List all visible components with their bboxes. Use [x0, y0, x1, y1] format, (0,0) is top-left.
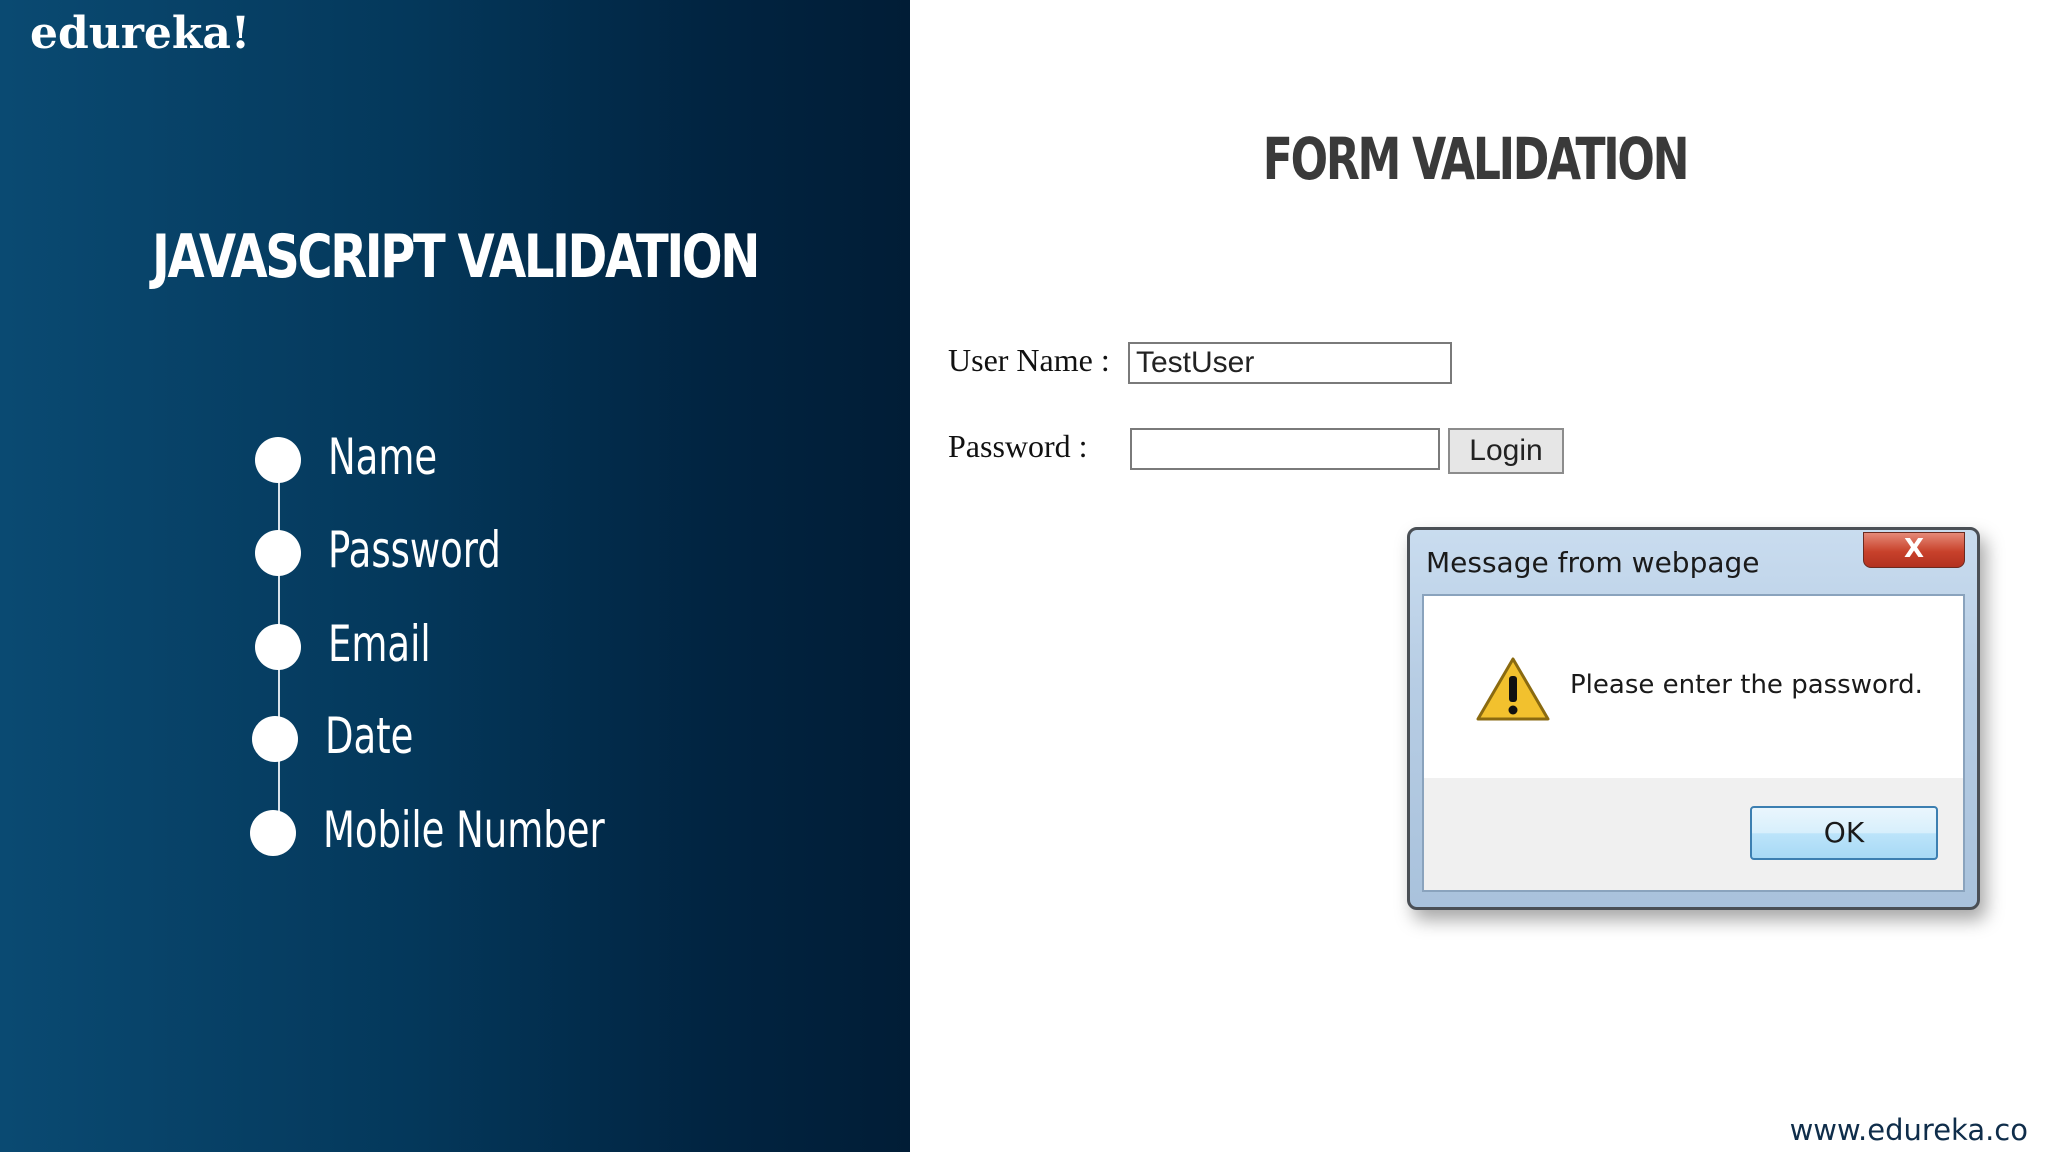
edureka-logo: edureka! — [30, 8, 251, 59]
username-input[interactable] — [1128, 342, 1452, 384]
topic-label: Mobile Number — [323, 801, 605, 859]
website-url: www.edureka.co — [1789, 1113, 2028, 1147]
left-title: JAVASCRIPT VALIDATION — [152, 222, 760, 292]
bullet-dot — [255, 624, 301, 670]
password-label: Password : — [948, 428, 1088, 464]
bullet-dot — [250, 810, 296, 856]
bullet-dot — [252, 716, 298, 762]
alert-dialog: Message from webpage X Please enter the … — [1407, 527, 1980, 910]
topic-label: Name — [328, 428, 438, 486]
close-icon: X — [1903, 534, 1925, 564]
topic-label: Password — [328, 521, 501, 579]
bullet-dot — [255, 530, 301, 576]
login-button[interactable]: Login — [1448, 428, 1564, 474]
username-label: User Name : — [948, 342, 1110, 378]
warning-icon — [1476, 657, 1550, 721]
dialog-title: Message from webpage — [1426, 546, 1760, 579]
topic-label: Email — [328, 615, 431, 673]
dialog-body: Please enter the password. OK — [1422, 594, 1965, 892]
password-input[interactable] — [1130, 428, 1440, 470]
close-button[interactable]: X — [1863, 532, 1965, 568]
topic-label: Date — [325, 707, 414, 765]
dialog-message: Please enter the password. — [1570, 670, 1923, 700]
bullet-dot — [255, 437, 301, 483]
left-panel: edureka! JAVASCRIPT VALIDATION Name Pass… — [0, 0, 910, 1152]
ok-button[interactable]: OK — [1750, 806, 1938, 860]
right-title: FORM VALIDATION — [1262, 125, 1690, 193]
